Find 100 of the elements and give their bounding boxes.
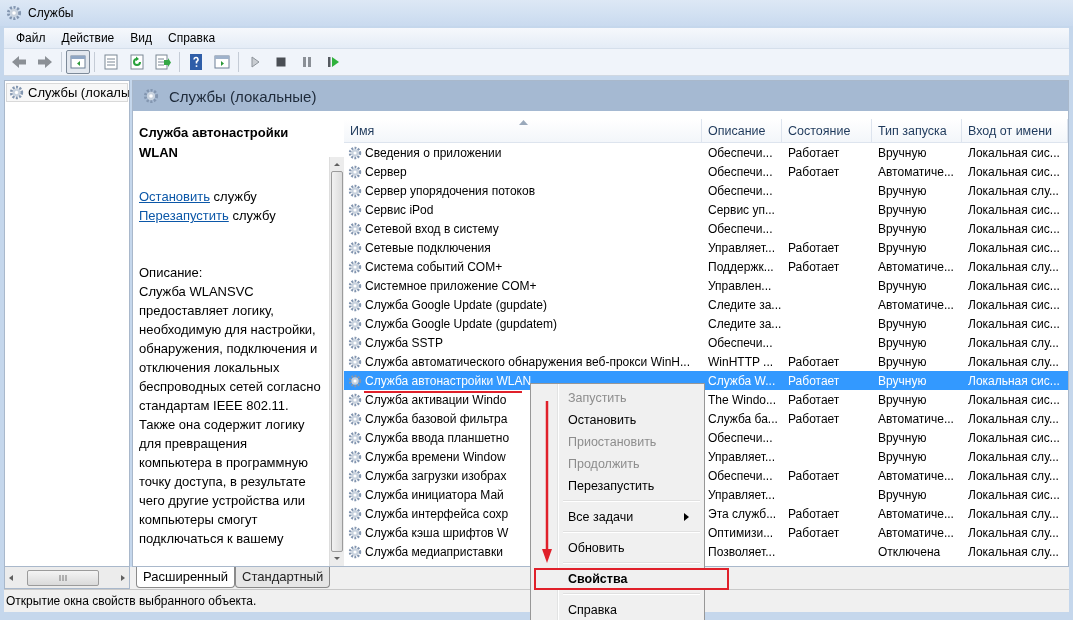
table-cell-text: Локальная слу... (967, 448, 1060, 466)
column-header[interactable]: Описание (702, 119, 782, 142)
service-name[interactable]: Служба медиаприставки (365, 544, 503, 559)
action-text: Остановить службу (139, 188, 258, 206)
gear-icon (348, 164, 362, 179)
column-header[interactable]: Тип запуска (872, 119, 962, 142)
service-name[interactable]: Служба ввода планшетно (365, 430, 510, 445)
service-name[interactable]: Служба базовой фильтра (365, 411, 508, 426)
gear-icon (348, 468, 362, 483)
table-cell-text: Локальная сис... (967, 315, 1061, 333)
vertical-scrollbar[interactable] (329, 157, 344, 566)
table-cell-text: The Windo... (707, 391, 778, 409)
gear-icon (348, 183, 362, 198)
view-tab[interactable]: Расширенный (136, 567, 236, 588)
gear-icon (348, 259, 362, 274)
table-cell-text: Вручную (877, 277, 928, 295)
menu-item[interactable]: Справка (160, 29, 224, 47)
panel-toggle-icon[interactable] (66, 50, 90, 74)
gear-icon (348, 221, 362, 236)
table-cell-text: Работает (787, 467, 841, 485)
view-tab[interactable]: Стандартный (235, 567, 331, 588)
service-title: Служба автонастройки WLAN (139, 124, 290, 162)
table-cell-text: Автоматиче... (877, 524, 955, 542)
table-cell-text: Автоматиче... (877, 505, 955, 523)
table-cell-text: Автоматиче... (877, 258, 955, 276)
menu-item[interactable]: Все задачи (534, 506, 701, 528)
gear-icon (9, 85, 24, 100)
column-header[interactable]: Вход от имени (962, 119, 1068, 142)
gear-icon (348, 354, 362, 369)
table-cell-text: Локальная слу... (967, 467, 1060, 485)
menu-item[interactable]: Справка (534, 599, 701, 620)
service-name[interactable]: Сервер упорядочения потоков (365, 183, 536, 198)
menu-item[interactable]: Обновить (534, 537, 701, 559)
service-name[interactable]: Служба активации Windo (365, 392, 507, 407)
table-cell-text: Вручную (877, 448, 928, 466)
service-name[interactable]: Системное приложение COM+ (365, 278, 537, 293)
table-cell-text: Обеспечи... (707, 163, 774, 181)
service-name[interactable]: Служба времени Window (365, 449, 506, 464)
service-name[interactable]: Служба Google Update (gupdate) (365, 297, 547, 312)
table-cell-text: Обеспечи... (707, 182, 774, 200)
table-cell-text: Локальная слу... (967, 410, 1060, 428)
grip-icon (59, 574, 67, 581)
service-name[interactable]: Сервер (365, 164, 407, 179)
table-cell-text: Позволяет... (707, 543, 777, 561)
table-cell-text: Эта служб... (707, 505, 778, 523)
service-name[interactable]: Служба кэша шрифтов W (365, 525, 509, 540)
table-cell-text: Локальная слу... (967, 334, 1060, 352)
menu-item[interactable]: Перезапустить (534, 475, 701, 497)
service-name[interactable]: Сетевые подключения (365, 240, 491, 255)
table-cell-text: Сервис уп... (707, 201, 776, 219)
table-cell-text: Локальная слу... (967, 182, 1060, 200)
table-cell: Работает (782, 371, 872, 390)
service-name[interactable]: Сетевой вход в систему (365, 221, 499, 236)
table-cell-text: Управляет... (707, 239, 776, 257)
table-cell-text: Локальная сис... (967, 391, 1061, 409)
service-name[interactable]: Служба SSTP (365, 335, 443, 350)
table-cell-text: Локальная слу... (967, 258, 1060, 276)
table-cell-text: Управлен... (707, 277, 773, 295)
table-cell-text: Работает (787, 391, 841, 409)
window-title: Службы (28, 6, 74, 20)
column-header[interactable]: Имя (344, 119, 702, 142)
status-text: Открытие окна свойств выбранного объекта. (6, 594, 257, 608)
tree-item[interactable]: Службы (локалы (6, 83, 128, 102)
gear-icon (348, 278, 362, 293)
table-cell-text: Локальная сис... (967, 144, 1061, 162)
service-name[interactable]: Служба интерфейса сохр (365, 506, 509, 521)
service-name[interactable]: Сервис iPod (365, 202, 434, 217)
menu-item[interactable]: Файл (8, 29, 54, 47)
service-name[interactable]: Служба Google Update (gupdatem) (365, 316, 557, 331)
table-cell-text: Управляет... (707, 448, 776, 466)
column-header[interactable]: Состояние (782, 119, 872, 142)
action-link[interactable]: Перезапустить (139, 208, 229, 223)
table-cell-text: Работает (787, 258, 841, 276)
table-cell-text: Работает (787, 239, 841, 257)
action-link[interactable]: Остановить (139, 189, 210, 204)
menu-item[interactable]: Остановить (534, 409, 701, 431)
gear-icon (348, 202, 362, 217)
gear-icon (348, 335, 362, 350)
menu-item[interactable]: Вид (122, 29, 160, 47)
table-cell-text: Обеспечи... (707, 467, 774, 485)
table-cell-text: Локальная сис... (967, 201, 1061, 219)
table-cell-text: Вручную (877, 486, 928, 504)
table-cell-text: Локальная сис... (967, 486, 1061, 504)
table-cell-text: Автоматиче... (877, 410, 955, 428)
service-name[interactable]: Система событий COM+ (365, 259, 503, 274)
menu-item[interactable]: Действие (53, 29, 123, 47)
service-name[interactable]: Служба автоматического обнаружения веб-прокси WinH... (365, 354, 690, 369)
pane-title: Службы (локальные) (169, 87, 317, 105)
table-cell-text: Вручную (877, 144, 928, 162)
service-name[interactable]: Служба загрузки изобрах (365, 468, 507, 483)
gear-icon (348, 240, 362, 255)
service-name[interactable]: Сведения о приложении (365, 145, 502, 160)
service-name[interactable]: Служба инициатора Май (365, 487, 504, 502)
table-cell-text: Служба ба... (707, 410, 779, 428)
table-cell-text: Следите за... (707, 315, 782, 333)
table-cell-text: Поддержк... (707, 258, 775, 276)
table-cell-text: Локальная сис... (967, 163, 1061, 181)
table-cell-text: Локальная слу... (967, 543, 1060, 561)
gear-icon (348, 145, 362, 160)
menu-item[interactable]: Свойства (534, 568, 729, 590)
